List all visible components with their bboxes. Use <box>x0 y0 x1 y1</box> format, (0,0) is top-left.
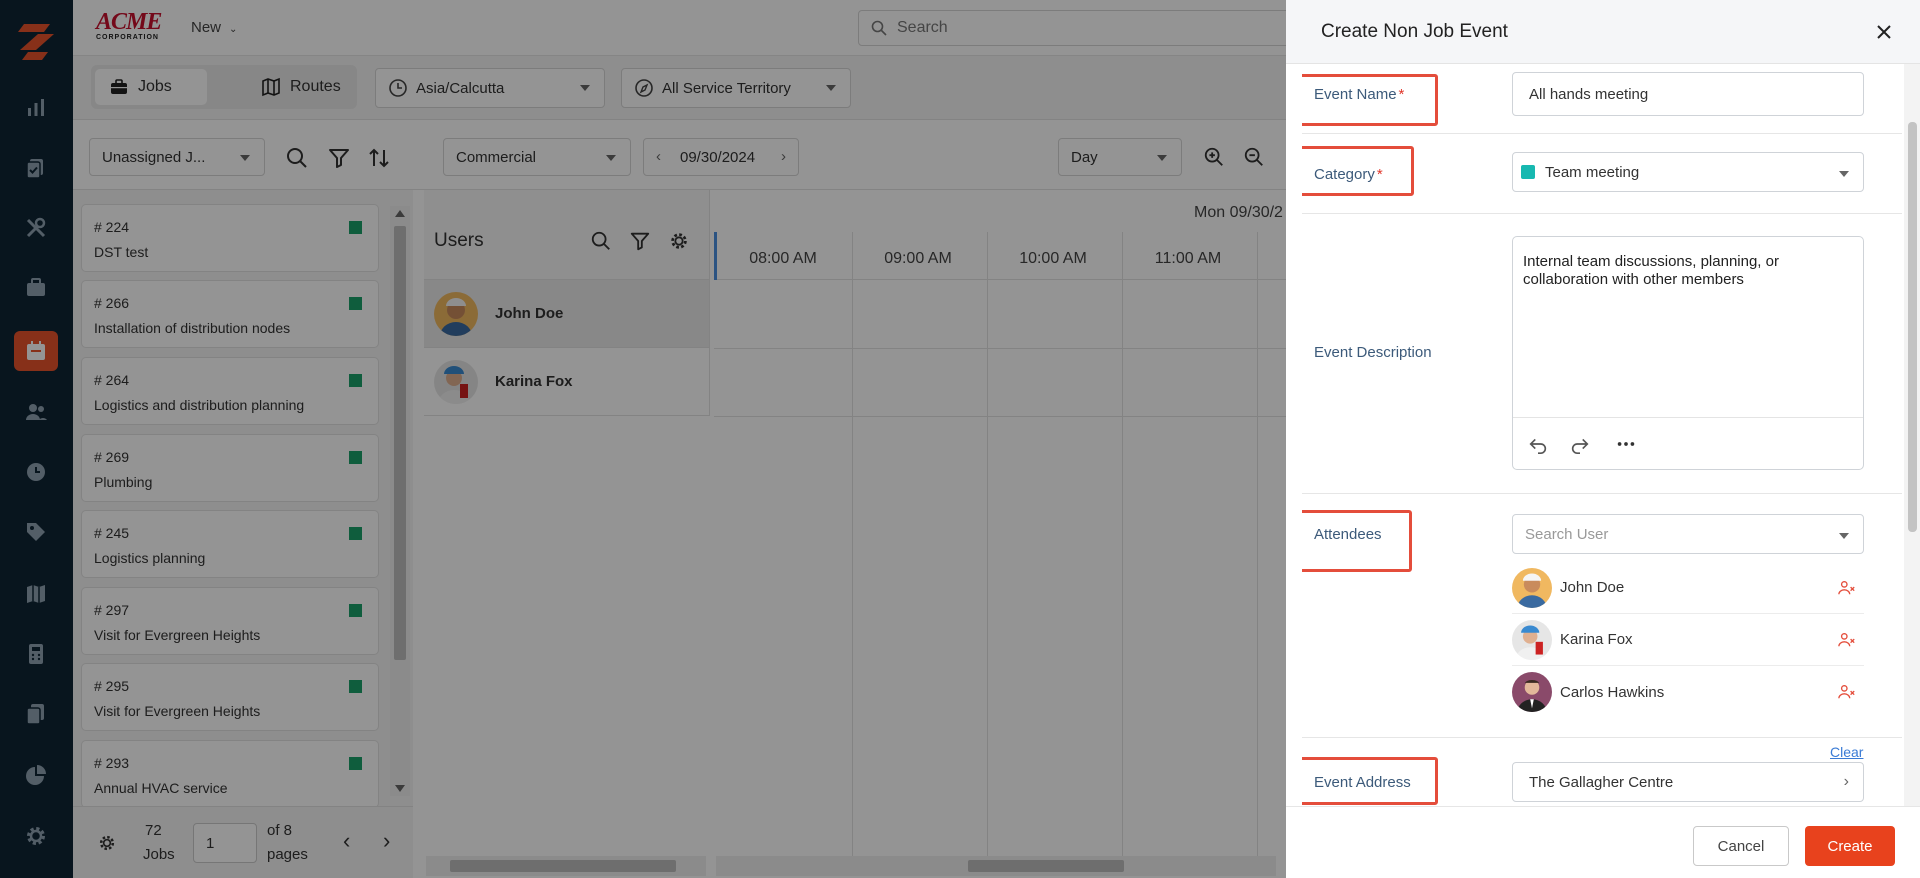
attendee-item: John Doe <box>1512 562 1864 614</box>
description-row: Event Description Internal team discussi… <box>1302 214 1902 494</box>
caret-down-icon <box>1839 171 1849 177</box>
remove-user-icon[interactable] <box>1838 631 1856 649</box>
editor-toolbar <box>1513 417 1863 469</box>
clear-address-link[interactable]: Clear <box>1830 744 1863 760</box>
attendees-label: Attendees <box>1314 526 1382 543</box>
drawer-title: Create Non Job Event <box>1321 21 1508 42</box>
drawer-header: Create Non Job Event <box>1286 0 1920 64</box>
remove-user-icon[interactable] <box>1838 683 1856 701</box>
create-event-drawer: Create Non Job Event Event Name* Categor… <box>1286 0 1920 878</box>
chevron-right-icon: › <box>1843 773 1849 790</box>
description-editor[interactable]: Internal team discussions, planning, or … <box>1512 236 1864 470</box>
redo-icon[interactable] <box>1569 433 1591 455</box>
scroll-thumb[interactable] <box>1908 122 1917 532</box>
more-options-icon[interactable] <box>1615 433 1637 455</box>
undo-icon[interactable] <box>1527 433 1549 455</box>
attendees-row: Attendees Search User John Doe Karina Fo… <box>1302 494 1902 738</box>
event-name-input[interactable] <box>1512 72 1864 116</box>
avatar <box>1512 619 1552 660</box>
drawer-body: Event Name* Category* Team meeting Event… <box>1302 64 1902 806</box>
event-name-row: Event Name * <box>1302 64 1902 134</box>
description-text[interactable]: Internal team discussions, planning, or … <box>1523 253 1843 289</box>
category-color-swatch <box>1521 165 1535 179</box>
event-description-label: Event Description <box>1314 344 1432 361</box>
attendee-search-select[interactable]: Search User <box>1512 514 1864 554</box>
category-row: Category * Team meeting <box>1302 134 1902 214</box>
event-address-picker[interactable]: The Gallagher Centre › <box>1512 762 1864 802</box>
avatar <box>1512 567 1552 608</box>
attendee-item: Carlos Hawkins <box>1512 666 1864 718</box>
avatar <box>1512 672 1552 712</box>
category-select[interactable]: Team meeting <box>1512 152 1864 192</box>
attendee-item: Karina Fox <box>1512 614 1864 666</box>
remove-user-icon[interactable] <box>1838 579 1856 597</box>
cancel-button[interactable]: Cancel <box>1693 826 1789 866</box>
category-label: Category * <box>1314 166 1383 183</box>
event-name-label: Event Name * <box>1314 86 1405 103</box>
caret-down-icon <box>1839 533 1849 539</box>
create-button[interactable]: Create <box>1805 826 1895 866</box>
close-icon[interactable] <box>1874 22 1894 42</box>
event-address-label: Event Address <box>1314 774 1411 791</box>
drawer-scrollbar[interactable] <box>1904 64 1920 806</box>
drawer-footer: Cancel Create <box>1286 806 1920 878</box>
